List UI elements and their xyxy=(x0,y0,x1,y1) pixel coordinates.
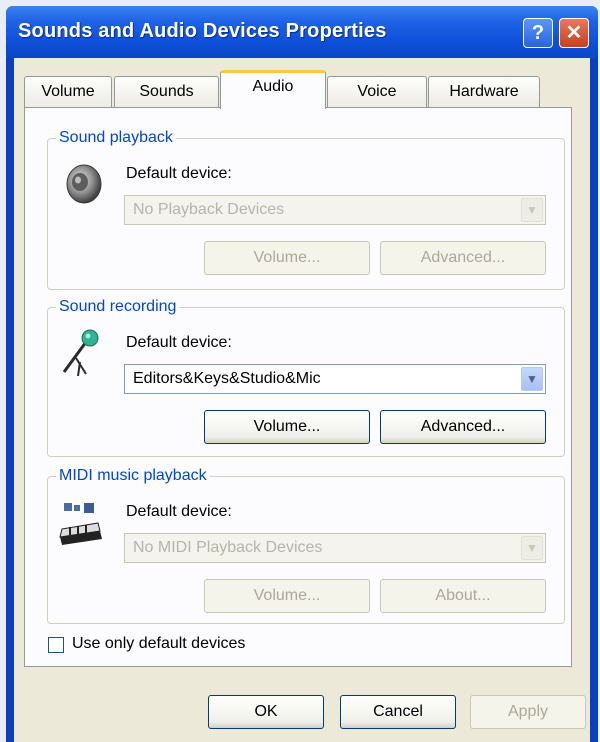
midi-volume-button[interactable]: Volume... xyxy=(204,579,370,613)
use-default-devices-label: Use only default devices xyxy=(72,635,246,652)
help-button[interactable]: ? xyxy=(523,18,553,48)
window-title: Sounds and Audio Devices Properties xyxy=(18,20,387,42)
sound-recording-legend: Sound recording xyxy=(56,297,180,317)
recording-volume-button[interactable]: Volume... xyxy=(204,410,370,444)
recording-device-value: Editors&Keys&Studio&Mic xyxy=(133,370,321,387)
speaker-icon xyxy=(60,161,106,212)
playback-device-select[interactable]: No Playback Devices ▼ xyxy=(124,195,546,225)
title-bar[interactable]: Sounds and Audio Devices Properties ? ✕ xyxy=(6,6,598,58)
chevron-down-icon: ▼ xyxy=(521,367,543,391)
tab-sounds[interactable]: Sounds xyxy=(114,76,219,108)
midi-keyboard-icon xyxy=(58,501,104,550)
tab-volume[interactable]: Volume xyxy=(24,76,112,108)
sound-playback-legend: Sound playback xyxy=(56,128,176,148)
midi-playback-legend: MIDI music playback xyxy=(56,466,210,486)
microphone-icon xyxy=(58,328,104,385)
recording-device-label: Default device: xyxy=(126,334,232,351)
close-button[interactable]: ✕ xyxy=(559,18,589,48)
playback-device-value: No Playback Devices xyxy=(133,201,285,218)
midi-playback-group: MIDI music playback Default device: No M… xyxy=(47,466,565,624)
recording-advanced-button[interactable]: Advanced... xyxy=(380,410,546,444)
chevron-down-icon: ▼ xyxy=(521,198,543,222)
tab-hardware[interactable]: Hardware xyxy=(428,76,540,108)
use-default-devices-checkbox[interactable] xyxy=(48,637,64,653)
midi-device-select[interactable]: No MIDI Playback Devices ▼ xyxy=(124,533,546,563)
audio-tab-page: Sound playback Default device: No Playba… xyxy=(24,107,572,667)
sound-recording-group: Sound recording Default device: Editors&… xyxy=(47,297,565,457)
playback-advanced-button[interactable]: Advanced... xyxy=(380,241,546,275)
tab-audio[interactable]: Audio xyxy=(220,70,326,109)
playback-device-label: Default device: xyxy=(126,165,232,182)
playback-volume-button[interactable]: Volume... xyxy=(204,241,370,275)
apply-button[interactable]: Apply xyxy=(470,695,586,729)
tab-voice[interactable]: Voice xyxy=(327,76,427,108)
midi-about-button[interactable]: About... xyxy=(380,579,546,613)
chevron-down-icon: ▼ xyxy=(521,536,543,560)
cancel-button[interactable]: Cancel xyxy=(340,695,456,729)
recording-device-select[interactable]: Editors&Keys&Studio&Mic ▼ xyxy=(124,364,546,394)
midi-device-label: Default device: xyxy=(126,503,232,520)
ok-button[interactable]: OK xyxy=(208,695,324,729)
sound-playback-group: Sound playback Default device: No Playba… xyxy=(47,128,565,290)
properties-window: Sounds and Audio Devices Properties ? ✕ … xyxy=(6,6,598,742)
midi-device-value: No MIDI Playback Devices xyxy=(133,539,323,556)
